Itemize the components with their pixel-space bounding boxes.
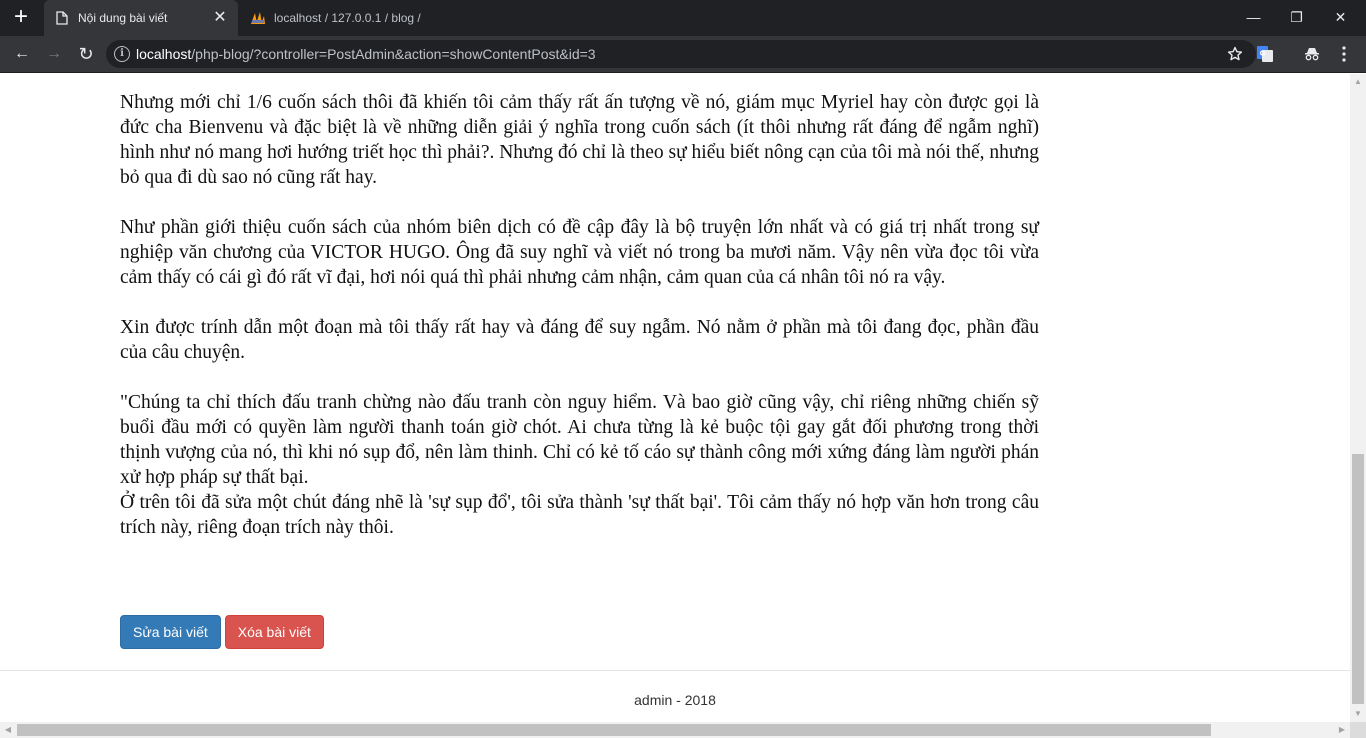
phpmyadmin-icon	[250, 10, 266, 26]
url-text: localhost/php-blog/?controller=PostAdmin…	[136, 46, 596, 62]
close-icon[interactable]: ✕	[210, 8, 230, 28]
vertical-scrollbar[interactable]: ▲ ▼	[1350, 74, 1366, 722]
horizontal-scroll-thumb[interactable]	[17, 724, 1211, 736]
scroll-down-icon[interactable]: ▼	[1350, 706, 1366, 722]
reload-icon: ↻	[78, 43, 94, 64]
footer-divider	[0, 670, 1350, 671]
plus-icon: +	[13, 3, 28, 30]
minimize-button[interactable]: —	[1231, 0, 1276, 36]
horizontal-scrollbar[interactable]: ◀ ▶	[0, 722, 1350, 738]
delete-post-button[interactable]: Xóa bài viết	[224, 615, 324, 649]
bookmark-button[interactable]	[1221, 40, 1249, 68]
maximize-icon: ❐	[1290, 9, 1303, 25]
info-icon[interactable]: i	[114, 46, 130, 62]
scrollbar-corner	[1350, 722, 1366, 738]
edit-post-button[interactable]: Sửa bài viết	[120, 615, 221, 649]
window-close-button[interactable]: ✕	[1318, 0, 1363, 36]
browser-toolbar: ← → ↻ i localhost/php-blog/?controller=P…	[0, 36, 1366, 73]
post-paragraph: Xin được trính dẫn một đoạn mà tôi thấy …	[120, 317, 1039, 363]
close-icon: ✕	[1334, 9, 1347, 25]
forward-button[interactable]: →	[40, 40, 68, 68]
incognito-icon	[1305, 48, 1319, 61]
incognito-button[interactable]	[1298, 40, 1326, 68]
vertical-scroll-thumb[interactable]	[1352, 454, 1364, 704]
translate-button[interactable]: G	[1251, 40, 1279, 68]
translate-icon: G	[1257, 46, 1273, 62]
post-actions: Sửa bài viết Xóa bài viết	[120, 615, 324, 649]
scroll-right-icon[interactable]: ▶	[1334, 722, 1350, 738]
tab-title: localhost / 127.0.0.1 / blog /	[274, 11, 421, 25]
address-bar[interactable]: i localhost/php-blog/?controller=PostAdm…	[106, 40, 1256, 68]
tab-strip: + Nội dung bài viết ✕ localhost / 127.0.…	[0, 0, 1366, 36]
post-paragraph: "Chúng ta chỉ thích đấu tranh chừng nào …	[120, 392, 1039, 488]
new-tab-button[interactable]: +	[0, 0, 42, 36]
scroll-up-icon[interactable]: ▲	[1350, 74, 1366, 90]
svg-text:G: G	[1260, 50, 1266, 58]
page-viewport: Nhưng mới chỉ 1/6 cuốn sách thôi đã khiế…	[0, 74, 1350, 722]
back-arrow-icon: ←	[14, 45, 30, 62]
menu-button[interactable]	[1330, 40, 1358, 68]
reload-button[interactable]: ↻	[72, 40, 100, 68]
minimize-icon: —	[1246, 9, 1261, 25]
menu-dots-icon	[1342, 46, 1346, 62]
footer-text: admin - 2018	[634, 692, 716, 708]
maximize-button[interactable]: ❐	[1274, 0, 1319, 36]
post-paragraph: Nhưng mới chỉ 1/6 cuốn sách thôi đã khiế…	[120, 92, 1039, 188]
post-content: Nhưng mới chỉ 1/6 cuốn sách thôi đã khiế…	[120, 90, 1039, 565]
tab-inactive[interactable]: localhost / 127.0.0.1 / blog /	[240, 0, 470, 36]
post-paragraph: Như phần giới thiệu cuốn sách của nhóm b…	[120, 217, 1039, 288]
back-button[interactable]: ←	[8, 40, 36, 68]
forward-arrow-icon: →	[46, 45, 62, 62]
tab-title: Nội dung bài viết	[78, 11, 168, 25]
tab-active[interactable]: Nội dung bài viết ✕	[44, 0, 238, 36]
post-paragraph: Ở trên tôi đã sửa một chút đáng nhẽ là '…	[120, 492, 1039, 538]
page-icon	[54, 10, 70, 26]
star-icon	[1227, 46, 1243, 61]
scroll-left-icon[interactable]: ◀	[0, 722, 16, 738]
